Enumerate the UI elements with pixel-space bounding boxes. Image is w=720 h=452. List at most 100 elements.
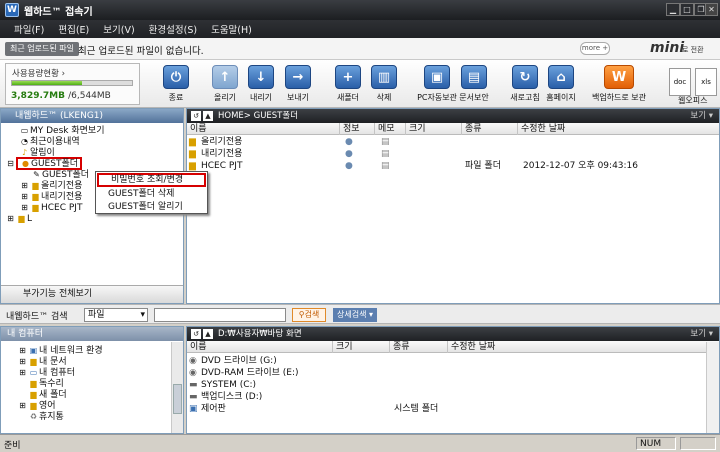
doc-security-button[interactable]: ▤ 문서보안 xyxy=(448,65,500,105)
expand-toggle-icon[interactable]: ⊞ xyxy=(17,356,28,367)
up-folder-icon[interactable]: ▲ xyxy=(203,329,213,339)
search-input[interactable] xyxy=(154,308,286,322)
table-row[interactable]: ▣ 제어판 시스템 폴더 xyxy=(187,403,719,415)
file-type: 파일 폴더 xyxy=(465,161,501,171)
context-menu-item-password[interactable]: 비밀번호 조회/변경 xyxy=(97,173,206,187)
table-row[interactable]: ▆ 올리기전용 ● ▤ xyxy=(187,136,719,148)
col-name[interactable]: 이름 xyxy=(187,123,207,135)
collapse-toggle-icon[interactable]: ⊟ xyxy=(5,158,16,169)
homepage-button[interactable]: ⌂ 홈페이지 xyxy=(535,65,587,105)
expand-toggle-icon[interactable]: ⊞ xyxy=(17,345,28,356)
search-scope-select[interactable]: 파일 ▾ xyxy=(84,308,148,322)
menu-edit[interactable]: 편집(E) xyxy=(58,22,89,36)
mini-mode-logo[interactable]: mini xyxy=(650,40,684,56)
exit-label: 종료 xyxy=(168,93,184,102)
backup-hard-icon: W xyxy=(604,65,634,89)
table-row[interactable]: ▬ 백업디스크 (D:) xyxy=(187,391,719,403)
col-modified[interactable]: 수정한 날짜 xyxy=(517,123,565,135)
search-button[interactable]: ⚲검색 xyxy=(292,308,326,322)
col-info[interactable]: 정보 xyxy=(339,123,360,135)
tree-item-mydesk[interactable]: ▭ MY Desk 화면보기 xyxy=(5,125,181,136)
memo-icon[interactable]: ▤ xyxy=(381,148,390,160)
toolbar: 사용용량현황 › 3,829.7MB /6,544MB ⏻ 종료 ↑ 올리기 ↓ 내리… xyxy=(0,60,720,108)
more-button[interactable]: more + xyxy=(580,42,610,55)
file-name: 내리기전용 xyxy=(201,149,243,159)
extra-features-button[interactable]: 부가기능 전체보기 xyxy=(1,285,183,303)
local-file-scrollbar[interactable] xyxy=(706,342,719,433)
current-path: HOME> GUEST폴더 xyxy=(218,111,299,121)
scrollbar-thumb[interactable] xyxy=(173,384,182,414)
local-file-panel: ↺ ▲ D:₩사용자₩바탕 화면 보기 ▾ 이름 크기 종류 수정한 날짜 ◉ D… xyxy=(186,326,720,434)
expand-toggle-icon[interactable]: ⊞ xyxy=(19,180,30,191)
col-memo[interactable]: 메모 xyxy=(374,123,395,135)
usage-panel[interactable]: 사용용량현황 › 3,829.7MB /6,544MB xyxy=(5,63,140,105)
homepage-label: 홈페이지 xyxy=(546,93,576,102)
info-icon[interactable]: ● xyxy=(345,136,353,148)
menu-file[interactable]: 파일(F) xyxy=(14,22,44,36)
table-row[interactable]: ▆ HCEC PJT ● ▤ 파일 폴더 2012-12-07 오후 09:43… xyxy=(187,160,719,172)
tree-item-english[interactable]: ⊞ ▆ 영어 xyxy=(17,400,167,411)
menu-settings[interactable]: 환경설정(S) xyxy=(149,22,197,36)
doc-file-icon[interactable]: doc xyxy=(669,68,691,96)
close-icon[interactable]: ✕ xyxy=(705,3,718,16)
info-icon[interactable]: ● xyxy=(345,160,353,172)
memo-icon[interactable]: ▤ xyxy=(381,136,390,148)
context-menu-item-delete-guest[interactable]: GUEST폴더 삭제 xyxy=(96,188,207,201)
info-icon[interactable]: ● xyxy=(345,148,353,160)
tree-item-guest-folder[interactable]: ⊟ ● GUEST폴더 xyxy=(5,157,181,170)
advanced-search-button[interactable]: 상세검색 ▾ xyxy=(333,308,377,322)
backup-hard-button[interactable]: W 백업하드로 보관 xyxy=(585,65,653,105)
col-size[interactable]: 크기 xyxy=(332,341,353,353)
context-menu-item-notify-guest[interactable]: GUEST폴더 알리기 xyxy=(96,201,207,214)
tree-item-recycle-bin[interactable]: ♻ 휴지통 xyxy=(17,411,167,422)
table-row[interactable]: ▬ SYSTEM (C:) xyxy=(187,379,719,391)
col-size[interactable]: 크기 xyxy=(405,123,426,135)
monitor-icon: ▭ xyxy=(20,126,29,135)
col-modified[interactable]: 수정한 날짜 xyxy=(447,341,495,353)
back-icon[interactable]: ↺ xyxy=(191,111,201,121)
col-type[interactable]: 종류 xyxy=(389,341,410,353)
tree-item-history[interactable]: ◔ 최근이용내역 xyxy=(5,136,181,147)
tree-item-network[interactable]: ⊞ ▣ 내 네트워크 환경 xyxy=(17,345,167,356)
webhard-path-bar: ↺ ▲ HOME> GUEST폴더 보기 ▾ xyxy=(187,109,719,123)
view-menu-button[interactable]: 보기 ▾ xyxy=(690,109,713,123)
memo-icon[interactable]: ▤ xyxy=(381,160,390,172)
folder-icon: ▆ xyxy=(30,379,37,388)
up-folder-icon[interactable]: ▲ xyxy=(203,111,213,121)
folder-icon: ▆ xyxy=(30,357,37,366)
tree-item-my-docs[interactable]: ⊞ ▆ 내 문서 xyxy=(17,356,167,367)
hard-drive-icon: ▬ xyxy=(189,380,198,390)
mini-mode-label[interactable]: 로 전환 xyxy=(682,45,704,55)
menu-view[interactable]: 보기(V) xyxy=(103,22,134,36)
col-type[interactable]: 종류 xyxy=(461,123,482,135)
expand-toggle-icon[interactable]: ⊞ xyxy=(17,367,28,378)
table-row[interactable]: ◉ DVD 드라이브 (G:) xyxy=(187,355,719,367)
back-icon[interactable]: ↺ xyxy=(191,329,201,339)
expand-toggle-icon[interactable]: ⊞ xyxy=(5,213,16,224)
tree-item-my-computer[interactable]: ⊞ ▭ 내 컴퓨터 xyxy=(17,367,167,378)
usage-label[interactable]: 사용용량현황 › xyxy=(12,67,65,79)
send-button[interactable]: → 보내기 xyxy=(272,65,324,105)
maximize-icon[interactable]: □ xyxy=(680,3,694,16)
menu-help[interactable]: 도움말(H) xyxy=(211,22,252,36)
col-name[interactable]: 이름 xyxy=(187,341,207,353)
tree-item-new-folder[interactable]: ▆ 새 폴더 xyxy=(17,389,167,400)
tree-item-eagle[interactable]: ▆ 독수리 xyxy=(17,378,167,389)
minimize-icon[interactable]: ▁ xyxy=(666,3,680,16)
local-view-menu-button[interactable]: 보기 ▾ xyxy=(690,327,713,341)
tree-item-l[interactable]: ⊞ ▆ L xyxy=(5,213,181,224)
exit-button[interactable]: ⏻ 종료 xyxy=(150,65,202,105)
file-name: SYSTEM (C:) xyxy=(201,380,257,390)
guest-folder-highlight: ● GUEST폴더 xyxy=(16,157,83,170)
expand-toggle-icon[interactable]: ⊞ xyxy=(19,191,30,202)
network-icon: ▣ xyxy=(29,346,38,355)
xls-file-icon[interactable]: xls xyxy=(695,68,717,96)
expand-toggle-icon[interactable]: ⊞ xyxy=(19,202,30,213)
expand-toggle-icon[interactable]: ⊞ xyxy=(17,400,28,411)
table-row[interactable]: ▆ 내리기전용 ● ▤ xyxy=(187,148,719,160)
delete-button[interactable]: ▥ 삭제 xyxy=(358,65,410,105)
local-tree-scrollbar[interactable] xyxy=(171,342,183,433)
table-row[interactable]: ◉ DVD-RAM 드라이브 (E:) xyxy=(187,367,719,379)
trash-icon: ▥ xyxy=(371,65,397,89)
web-office-label[interactable]: 웹오피스 xyxy=(678,95,707,106)
